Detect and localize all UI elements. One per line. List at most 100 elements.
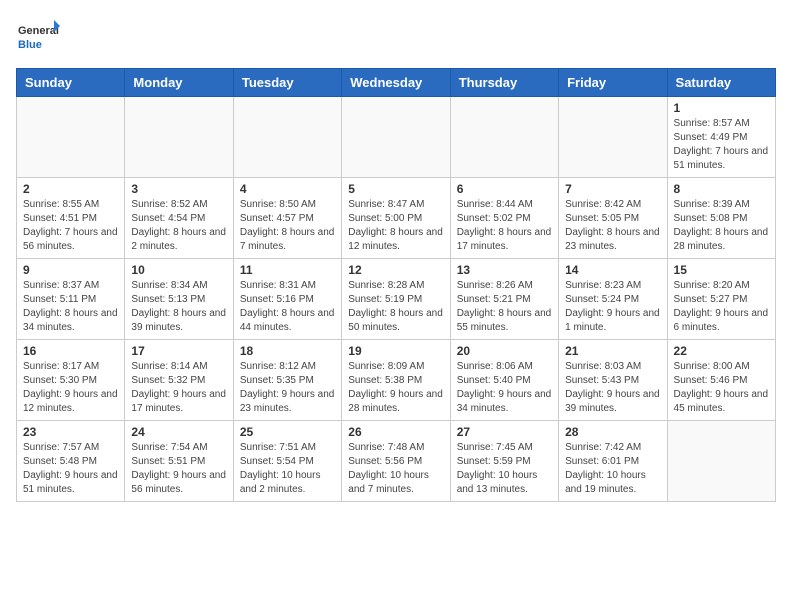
day-number: 13 [457,263,552,277]
generalblue-logo-icon: General Blue [16,16,60,60]
calendar-day: 17 Sunrise: 8:14 AM Sunset: 5:32 PM Dayli… [125,340,233,421]
calendar-day [450,97,558,178]
day-info: Sunrise: 8:26 AM Sunset: 5:21 PM Dayligh… [457,279,552,335]
day-info: Sunrise: 8:52 AM Sunset: 4:54 PM Dayligh… [131,198,226,254]
day-info: Sunrise: 8:31 AM Sunset: 5:16 PM Dayligh… [240,279,335,335]
day-number: 22 [674,344,769,358]
day-info: Sunrise: 8:55 AM Sunset: 4:51 PM Dayligh… [23,198,118,254]
day-info: Sunrise: 8:06 AM Sunset: 5:40 PM Dayligh… [457,360,552,416]
day-info: Sunrise: 8:44 AM Sunset: 5:02 PM Dayligh… [457,198,552,254]
calendar-day: 18 Sunrise: 8:12 AM Sunset: 5:35 PM Dayli… [233,340,341,421]
day-info: Sunrise: 7:45 AM Sunset: 5:59 PM Dayligh… [457,441,552,497]
calendar-day: 20 Sunrise: 8:06 AM Sunset: 5:40 PM Dayli… [450,340,558,421]
calendar-header-monday: Monday [125,69,233,97]
day-number: 27 [457,425,552,439]
calendar-day: 25Sunrise: 7:51 AM Sunset: 5:54 PM Dayli… [233,421,341,502]
calendar-day: 5 Sunrise: 8:47 AM Sunset: 5:00 PM Daylig… [342,178,450,259]
day-info: Sunrise: 8:20 AM Sunset: 5:27 PM Dayligh… [674,279,769,335]
day-info: Sunrise: 8:09 AM Sunset: 5:38 PM Dayligh… [348,360,443,416]
logo: General Blue [16,16,60,60]
day-info: Sunrise: 8:57 AM Sunset: 4:49 PM Dayligh… [674,117,769,173]
day-number: 14 [565,263,660,277]
day-number: 8 [674,182,769,196]
calendar-day: 21Sunrise: 8:03 AM Sunset: 5:43 PM Dayli… [559,340,667,421]
day-number: 5 [348,182,443,196]
day-info: Sunrise: 8:17 AM Sunset: 5:30 PM Dayligh… [23,360,118,416]
calendar-header-row: SundayMondayTuesdayWednesdayThursdayFrid… [17,69,776,97]
calendar-day: 16 Sunrise: 8:17 AM Sunset: 5:30 PM Dayli… [17,340,125,421]
calendar-week-1: 1 Sunrise: 8:57 AM Sunset: 4:49 PM Daylig… [17,97,776,178]
calendar-day: 23 Sunrise: 7:57 AM Sunset: 5:48 PM Dayli… [17,421,125,502]
day-number: 11 [240,263,335,277]
day-info: Sunrise: 8:14 AM Sunset: 5:32 PM Dayligh… [131,360,226,416]
day-number: 3 [131,182,226,196]
calendar-header-thursday: Thursday [450,69,558,97]
calendar-day: 26 Sunrise: 7:48 AM Sunset: 5:56 PM Dayli… [342,421,450,502]
calendar-week-5: 23 Sunrise: 7:57 AM Sunset: 5:48 PM Dayli… [17,421,776,502]
calendar-day: 9Sunrise: 8:37 AM Sunset: 5:11 PM Daylig… [17,259,125,340]
day-info: Sunrise: 8:28 AM Sunset: 5:19 PM Dayligh… [348,279,443,335]
calendar-day: 4Sunrise: 8:50 AM Sunset: 4:57 PM Daylig… [233,178,341,259]
day-info: Sunrise: 7:42 AM Sunset: 6:01 PM Dayligh… [565,441,660,497]
day-number: 2 [23,182,118,196]
calendar-day [342,97,450,178]
header: General Blue [16,16,776,60]
calendar-day [667,421,775,502]
day-number: 10 [131,263,226,277]
calendar-day: 22 Sunrise: 8:00 AM Sunset: 5:46 PM Dayli… [667,340,775,421]
day-number: 26 [348,425,443,439]
day-info: Sunrise: 8:34 AM Sunset: 5:13 PM Dayligh… [131,279,226,335]
calendar-header-friday: Friday [559,69,667,97]
calendar-day: 28 Sunrise: 7:42 AM Sunset: 6:01 PM Dayli… [559,421,667,502]
day-number: 1 [674,101,769,115]
calendar-day: 10 Sunrise: 8:34 AM Sunset: 5:13 PM Dayli… [125,259,233,340]
calendar-day: 13 Sunrise: 8:26 AM Sunset: 5:21 PM Dayli… [450,259,558,340]
day-info: Sunrise: 8:23 AM Sunset: 5:24 PM Dayligh… [565,279,660,335]
day-number: 25 [240,425,335,439]
calendar-day [125,97,233,178]
calendar-day: 14 Sunrise: 8:23 AM Sunset: 5:24 PM Dayli… [559,259,667,340]
calendar-week-4: 16 Sunrise: 8:17 AM Sunset: 5:30 PM Dayli… [17,340,776,421]
calendar-header-sunday: Sunday [17,69,125,97]
calendar-day: 15Sunrise: 8:20 AM Sunset: 5:27 PM Dayli… [667,259,775,340]
day-info: Sunrise: 8:00 AM Sunset: 5:46 PM Dayligh… [674,360,769,416]
day-number: 9 [23,263,118,277]
calendar-header-saturday: Saturday [667,69,775,97]
day-number: 4 [240,182,335,196]
calendar-week-2: 2 Sunrise: 8:55 AM Sunset: 4:51 PM Daylig… [17,178,776,259]
day-number: 24 [131,425,226,439]
day-info: Sunrise: 8:03 AM Sunset: 5:43 PM Dayligh… [565,360,660,416]
day-number: 12 [348,263,443,277]
day-info: Sunrise: 8:39 AM Sunset: 5:08 PM Dayligh… [674,198,769,254]
day-info: Sunrise: 7:57 AM Sunset: 5:48 PM Dayligh… [23,441,118,497]
day-info: Sunrise: 8:47 AM Sunset: 5:00 PM Dayligh… [348,198,443,254]
day-number: 7 [565,182,660,196]
day-number: 28 [565,425,660,439]
calendar-week-3: 9Sunrise: 8:37 AM Sunset: 5:11 PM Daylig… [17,259,776,340]
day-number: 16 [23,344,118,358]
calendar-day: 7 Sunrise: 8:42 AM Sunset: 5:05 PM Daylig… [559,178,667,259]
day-number: 18 [240,344,335,358]
calendar-day: 1 Sunrise: 8:57 AM Sunset: 4:49 PM Daylig… [667,97,775,178]
svg-text:Blue: Blue [18,39,42,51]
calendar-day: 2 Sunrise: 8:55 AM Sunset: 4:51 PM Daylig… [17,178,125,259]
day-info: Sunrise: 7:54 AM Sunset: 5:51 PM Dayligh… [131,441,226,497]
calendar-day: 11 Sunrise: 8:31 AM Sunset: 5:16 PM Dayli… [233,259,341,340]
day-info: Sunrise: 8:42 AM Sunset: 5:05 PM Dayligh… [565,198,660,254]
day-number: 6 [457,182,552,196]
day-number: 19 [348,344,443,358]
day-info: Sunrise: 7:48 AM Sunset: 5:56 PM Dayligh… [348,441,443,497]
day-number: 17 [131,344,226,358]
calendar-table: SundayMondayTuesdayWednesdayThursdayFrid… [16,68,776,502]
calendar-header-tuesday: Tuesday [233,69,341,97]
calendar-day: 24 Sunrise: 7:54 AM Sunset: 5:51 PM Dayli… [125,421,233,502]
day-info: Sunrise: 8:12 AM Sunset: 5:35 PM Dayligh… [240,360,335,416]
calendar-day: 19 Sunrise: 8:09 AM Sunset: 5:38 PM Dayli… [342,340,450,421]
day-number: 23 [23,425,118,439]
day-number: 20 [457,344,552,358]
calendar-day: 6 Sunrise: 8:44 AM Sunset: 5:02 PM Daylig… [450,178,558,259]
svg-text:General: General [18,25,59,37]
calendar-day: 8 Sunrise: 8:39 AM Sunset: 5:08 PM Daylig… [667,178,775,259]
calendar-day: 3 Sunrise: 8:52 AM Sunset: 4:54 PM Daylig… [125,178,233,259]
calendar-header-wednesday: Wednesday [342,69,450,97]
